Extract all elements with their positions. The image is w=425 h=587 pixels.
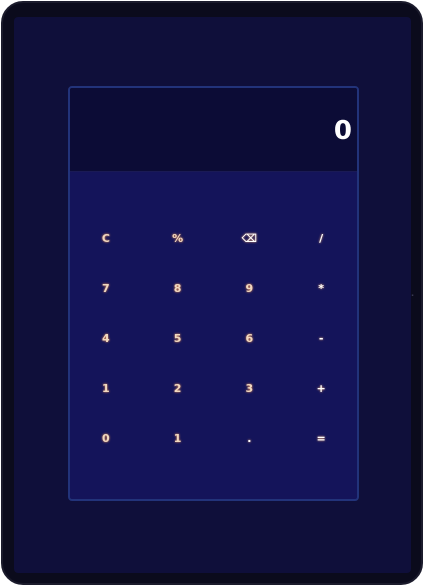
digit-2-button[interactable]: 2	[142, 363, 214, 413]
digit-9-button[interactable]: 9	[214, 263, 286, 313]
digit-1-button[interactable]: 1	[70, 363, 142, 413]
digit-0-button[interactable]: 0	[70, 413, 142, 463]
minus-button[interactable]: -	[285, 313, 357, 363]
digit-3-button[interactable]: 3	[214, 363, 286, 413]
display-value: 0	[333, 116, 352, 146]
decimal-button[interactable]: .	[214, 413, 286, 463]
calculator-app: 0 C % ⌫ / 7 8 9 * 4 5 6 - 1 2 3 + 0 1 . …	[68, 86, 359, 501]
multiply-button[interactable]: *	[285, 263, 357, 313]
plus-button[interactable]: +	[285, 363, 357, 413]
backspace-button[interactable]: ⌫	[214, 213, 286, 263]
equals-button[interactable]: =	[285, 413, 357, 463]
camera-icon: ▪	[411, 293, 414, 299]
digit-1-alt-button[interactable]: 1	[142, 413, 214, 463]
clear-button[interactable]: C	[70, 213, 142, 263]
digit-8-button[interactable]: 8	[142, 263, 214, 313]
keypad: C % ⌫ / 7 8 9 * 4 5 6 - 1 2 3 + 0 1 . =	[70, 213, 357, 473]
digit-6-button[interactable]: 6	[214, 313, 286, 363]
calculator-display: 0	[70, 88, 357, 172]
digit-7-button[interactable]: 7	[70, 263, 142, 313]
percent-button[interactable]: %	[142, 213, 214, 263]
divide-button[interactable]: /	[285, 213, 357, 263]
digit-5-button[interactable]: 5	[142, 313, 214, 363]
digit-4-button[interactable]: 4	[70, 313, 142, 363]
